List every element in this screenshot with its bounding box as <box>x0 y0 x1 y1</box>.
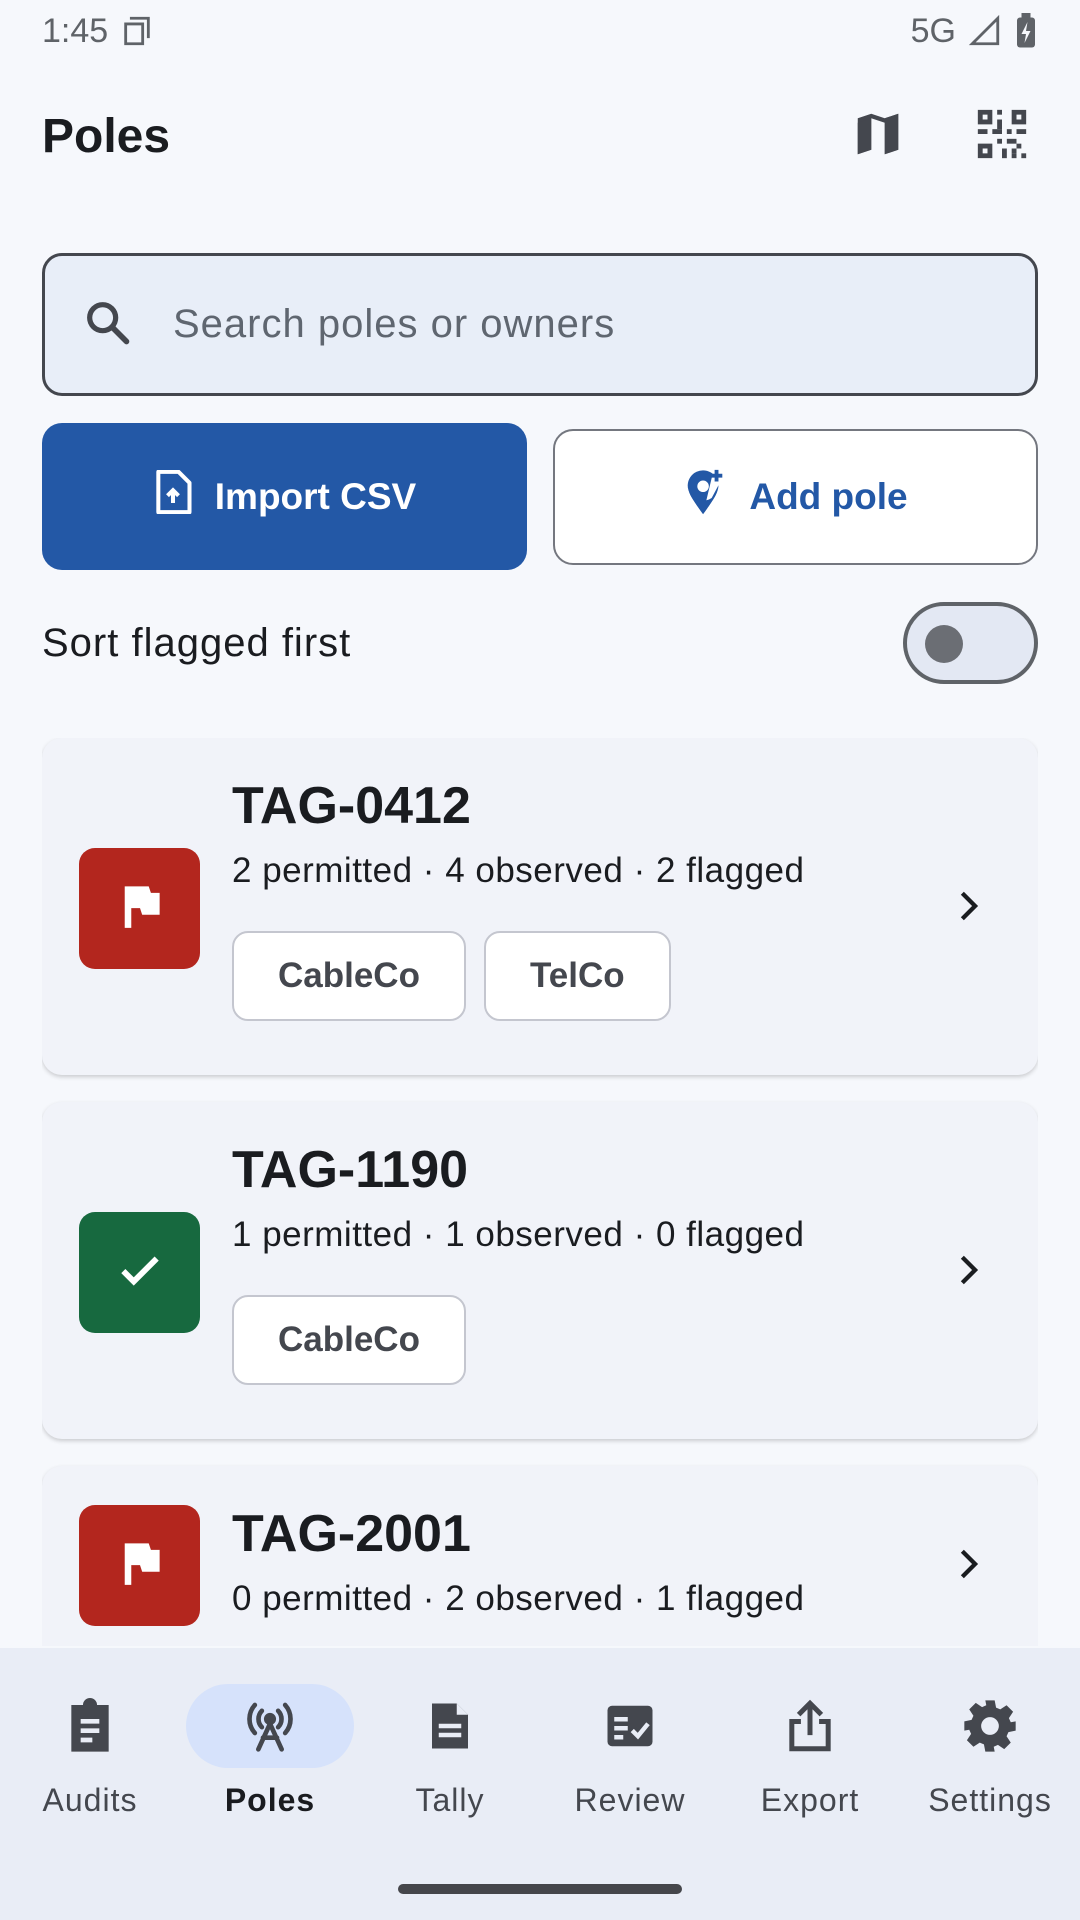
pole-stats: 0 permitted · 2 observed · 1 flagged <box>232 1579 805 1618</box>
status-left: 1:45 <box>42 12 154 51</box>
flag-icon <box>118 882 162 935</box>
import-csv-button[interactable]: Import CSV <box>42 423 527 570</box>
nav-item-tally[interactable]: Tally <box>360 1648 540 1828</box>
nav-label: Poles <box>224 1782 316 1818</box>
status-tile-flagged <box>79 1505 200 1626</box>
add-location-icon <box>683 468 727 527</box>
pole-card[interactable]: TAG-1190 1 permitted · 1 observed · 0 fl… <box>42 1102 1038 1439</box>
status-right: 5G <box>911 12 1038 51</box>
owner-chips: CableCo TelCo <box>232 931 671 1021</box>
pole-card[interactable]: TAG-0412 2 permitted · 4 observed · 2 fl… <box>42 738 1038 1075</box>
nav-item-audits[interactable]: Audits <box>0 1648 180 1828</box>
pole-id: TAG-0412 <box>232 777 471 835</box>
qr-code-scanner-icon <box>973 105 1031 168</box>
file-upload-icon <box>153 469 193 523</box>
search-field[interactable] <box>42 253 1038 396</box>
signal-icon <box>968 14 1002 48</box>
status-time: 1:45 <box>42 11 109 50</box>
owner-chip[interactable]: CableCo <box>232 931 466 1021</box>
sort-flagged-row: Sort flagged first <box>42 600 1038 686</box>
note-icon <box>422 1698 478 1754</box>
add-pole-label: Add pole <box>749 476 908 517</box>
status-bar: 1:45 5G <box>0 0 1080 62</box>
map-icon <box>851 107 905 166</box>
action-buttons: Import CSV Add pole <box>42 423 1038 570</box>
chevron-right-icon <box>948 1250 988 1290</box>
pole-id: TAG-1190 <box>232 1141 469 1199</box>
owner-chip[interactable]: CableCo <box>232 1295 466 1385</box>
pole-stats: 2 permitted · 4 observed · 2 flagged <box>232 851 805 890</box>
chevron-right-icon <box>948 1544 988 1584</box>
search-input[interactable] <box>173 302 973 347</box>
import-csv-label: Import CSV <box>214 475 417 517</box>
app-bar: Poles <box>42 88 1038 184</box>
nav-item-review[interactable]: Review <box>540 1648 720 1828</box>
nav-item-poles[interactable]: Poles <box>180 1648 360 1828</box>
status-tile-ok <box>79 1212 200 1333</box>
antenna-tower-icon <box>242 1698 298 1754</box>
sort-flagged-switch[interactable] <box>903 602 1038 684</box>
network-type: 5G <box>910 11 956 50</box>
nav-label: Audits <box>42 1782 138 1818</box>
pole-stats: 1 permitted · 1 observed · 0 flagged <box>232 1215 805 1254</box>
qr-scan-button[interactable] <box>966 100 1038 172</box>
nav-label: Settings <box>928 1782 1052 1818</box>
sort-flagged-label: Sort flagged first <box>42 620 352 665</box>
check-icon <box>115 1245 165 1300</box>
status-tile-flagged <box>79 848 200 969</box>
nav-label: Tally <box>415 1782 485 1818</box>
bottom-navigation: Audits Poles Tally Review Export Setting… <box>0 1648 1080 1920</box>
nav-item-settings[interactable]: Settings <box>900 1648 1080 1828</box>
pole-id: TAG-2001 <box>232 1505 471 1563</box>
share-icon <box>782 1698 838 1754</box>
nav-label: Export <box>760 1782 860 1818</box>
owner-chip[interactable]: TelCo <box>483 931 671 1021</box>
page-title: Poles <box>42 109 171 163</box>
pole-card[interactable]: TAG-2001 0 permitted · 2 observed · 1 fl… <box>42 1466 1038 1646</box>
home-gesture-handle[interactable] <box>398 1884 682 1894</box>
gear-icon <box>962 1698 1018 1754</box>
add-pole-button[interactable]: Add pole <box>553 429 1038 565</box>
nav-item-export[interactable]: Export <box>720 1648 900 1828</box>
clipboard-icon <box>62 1698 118 1754</box>
flag-icon <box>118 1539 162 1592</box>
map-button[interactable] <box>842 100 914 172</box>
battery-icon <box>1014 13 1038 49</box>
screenshot-notification-icon <box>120 14 154 48</box>
nav-label: Review <box>574 1782 686 1818</box>
search-icon <box>81 296 133 353</box>
owner-chips: CableCo <box>232 1295 466 1385</box>
checklist-icon <box>602 1698 658 1754</box>
app-bar-actions <box>842 100 1038 172</box>
chevron-right-icon <box>948 886 988 926</box>
pole-list: TAG-0412 2 permitted · 4 observed · 2 fl… <box>42 738 1038 1646</box>
switch-thumb <box>925 625 963 663</box>
